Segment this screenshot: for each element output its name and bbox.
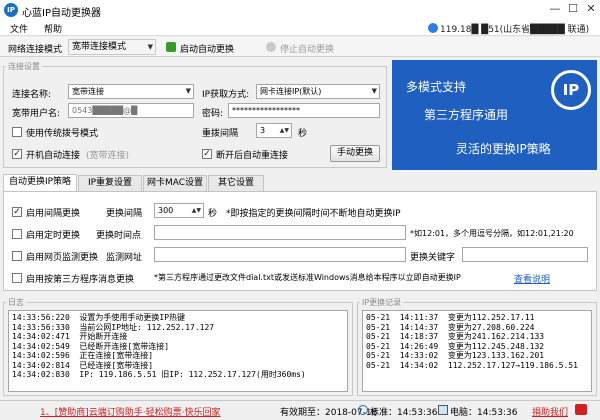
conn-name-value: 宽带连接 <box>72 87 104 96</box>
monitor-checkbox[interactable] <box>12 251 22 261</box>
chevron-down-icon: ▼ <box>147 43 153 51</box>
monitor-url-label: 监测网址 <box>106 253 143 263</box>
tab-ip-repeat[interactable]: IP重复设置 <box>78 175 142 191</box>
stop-auto-button[interactable]: 停止自动更换 <box>280 42 334 55</box>
ip-method-select[interactable]: 网卡连接IP(默认) ▼ <box>256 84 380 99</box>
timed-input[interactable] <box>154 225 406 240</box>
history-line: 05-21 14:11:37 变更为112.252.17.11 <box>366 313 535 322</box>
local-time: 电脑：14:53:36 <box>450 408 518 418</box>
timed-sub-label: 更换时间点 <box>96 231 142 241</box>
log-line: 14:33:56:220 设置为手使用手动更换IP热键 <box>12 313 186 322</box>
history-line: 05-21 14:33:02 变更为123.133.162.201 <box>366 351 545 360</box>
keyword-label: 更换关键字 <box>410 253 456 263</box>
start-auto-button[interactable]: 启动自动更换 <box>180 42 234 55</box>
auto-reconnect-checkbox[interactable]: ✓ <box>202 149 212 159</box>
timed-label: 启用定时更换 <box>26 231 81 241</box>
autoconnect-checkbox[interactable]: ✓ <box>12 149 22 159</box>
timed-hint: *如12:01，多个用逗号分隔，如12:01,21:20 <box>410 229 574 238</box>
gift-icon <box>575 404 587 415</box>
sponsor-link[interactable]: 1、[赞助商]云端订购助手·轻松购票·快乐回家 <box>40 405 220 418</box>
conn-name-select[interactable]: 宽带连接 ▼ <box>68 84 194 99</box>
menu-file[interactable]: 文件 <box>10 22 28 35</box>
third-party-description: *第三方程序通过更改文件dial.txt或发送标准Windows消息给本程序以立… <box>154 273 461 282</box>
mode-select-value: 宽带连接模式 <box>72 42 127 52</box>
log-line: 14:34:02:814 已经连接[宽带连接] <box>12 360 154 370</box>
history-line: 05-21 14:34:02 112.252.17.127→119.186.5.… <box>366 360 578 370</box>
ip-method-value: 网卡连接IP(默认) <box>260 87 322 96</box>
keyword-input[interactable] <box>462 247 588 262</box>
interval-description: *即按指定的更换间隔时间不断地自动更换IP <box>226 209 401 219</box>
clock-icon <box>358 405 368 415</box>
legacy-dial-checkbox[interactable] <box>12 127 22 137</box>
log-line: 14:34:02:830 IP: 119.186.5.51 旧IP: 112.2… <box>12 370 306 379</box>
menu-help[interactable]: 帮助 <box>44 22 62 35</box>
mode-label: 网络连接模式 <box>8 45 63 55</box>
ip-history-legend: IP更换记录 <box>360 297 404 308</box>
standard-time: 标准：14:53:36 <box>370 408 438 418</box>
log-line: 14:33:56:330 当前公网IP地址: 112.252.17.127 <box>12 322 215 332</box>
username-label: 宽带用户名: <box>12 109 61 119</box>
manual-change-button[interactable]: 手动更换 <box>330 145 380 162</box>
conn-name-label: 连接名称: <box>12 90 52 100</box>
banner-line-3: 灵活的更换IP策略 <box>456 142 551 156</box>
timed-checkbox[interactable] <box>12 229 22 239</box>
retry-interval-label: 重拨间隔 <box>202 129 239 139</box>
banner-line-2: 第三方程序通用 <box>424 108 509 122</box>
history-line: 05-21 14:18:37 变更为241.162.214.133 <box>366 332 545 341</box>
log-legend: 日志 <box>6 297 26 308</box>
monitor-url-input[interactable] <box>154 247 406 262</box>
retry-interval-value: 3 <box>260 126 266 135</box>
interval-sub-label: 更换间隔 <box>106 209 143 219</box>
log-line: 14:34:02:596 正在连接[宽带连接] <box>12 351 154 360</box>
close-button[interactable]: ✕ <box>584 2 598 16</box>
username-input[interactable]: 0543█████@█ <box>68 103 194 118</box>
password-input[interactable]: ***************** <box>228 103 380 118</box>
autoconnect-hint: (宽带连接) <box>86 151 130 161</box>
third-party-label: 启用按第三方程序消息更换 <box>26 275 135 285</box>
tab-other-settings[interactable]: 其它设置 <box>208 175 264 191</box>
tab-mac-settings[interactable]: 网卡MAC设置 <box>143 175 207 191</box>
log-line: 14:34:02:549 已经断开连接[宽带连接] <box>12 341 170 351</box>
ip-history-output[interactable]: 05-21 14:11:37 变更为112.252.17.11 05-21 14:… <box>362 310 592 392</box>
play-icon <box>166 42 176 52</box>
tab-auto-strategy[interactable]: 自动更换IP策略 <box>3 174 77 192</box>
interval-unit: 秒 <box>208 209 218 219</box>
interval-input[interactable]: 300 ▲▼ <box>154 203 204 218</box>
retry-interval-input[interactable]: 3 ▲▼ <box>256 123 292 138</box>
interval-value: 300 <box>158 206 174 215</box>
chevron-down-icon: ▼ <box>371 87 377 95</box>
history-line: 05-21 14:14:37 变更为27.208.60.224 <box>366 322 535 332</box>
monitor-label: 启用网页监测更换 <box>26 253 99 263</box>
stop-icon <box>266 42 276 52</box>
mode-select[interactable]: 宽带连接模式 ▼ <box>68 39 156 55</box>
autoconnect-label: 开机自动连接 <box>26 151 81 161</box>
computer-icon <box>438 405 448 415</box>
third-party-checkbox[interactable] <box>12 273 22 283</box>
retry-interval-unit: 秒 <box>298 129 308 139</box>
history-line: 05-21 14:26:49 变更为112.245.248.132 <box>366 341 545 351</box>
interval-checkbox[interactable]: ✓ <box>12 207 22 217</box>
minimize-button[interactable]: — <box>548 2 562 16</box>
banner-line-1: 多模式支持 <box>406 80 467 94</box>
window-title: 心蓝IP自动更换器 <box>22 8 101 19</box>
spinner-icon: ▲▼ <box>191 207 201 214</box>
interval-label: 启用间隔更换 <box>26 209 81 219</box>
ip-logo: IP <box>551 70 591 110</box>
connection-settings-legend: 连接设置 <box>6 61 42 72</box>
log-output[interactable]: 14:33:56:220 设置为手使用手动更换IP热键 14:33:56:330 … <box>8 310 348 392</box>
password-label: 密码: <box>202 109 224 119</box>
chevron-down-icon: ▼ <box>185 87 191 95</box>
spinner-icon: ▲▼ <box>279 127 289 134</box>
network-icon <box>428 23 438 33</box>
auto-reconnect-label: 断开后自动重连接 <box>216 151 289 161</box>
log-line: 14:34:02:471 开始断开连接 <box>12 332 128 341</box>
help-link[interactable]: 查看说明 <box>514 272 550 285</box>
maximize-button[interactable]: ☐ <box>566 2 580 16</box>
legacy-dial-label: 使用传统拨号模式 <box>26 129 99 139</box>
ip-method-label: IP获取方式: <box>202 90 250 100</box>
current-ip-status: 119.18█ █51(山东省█████ 联通) <box>440 25 590 35</box>
donate-link[interactable]: 捐助我们 <box>532 405 568 418</box>
app-icon: IP <box>4 3 18 17</box>
